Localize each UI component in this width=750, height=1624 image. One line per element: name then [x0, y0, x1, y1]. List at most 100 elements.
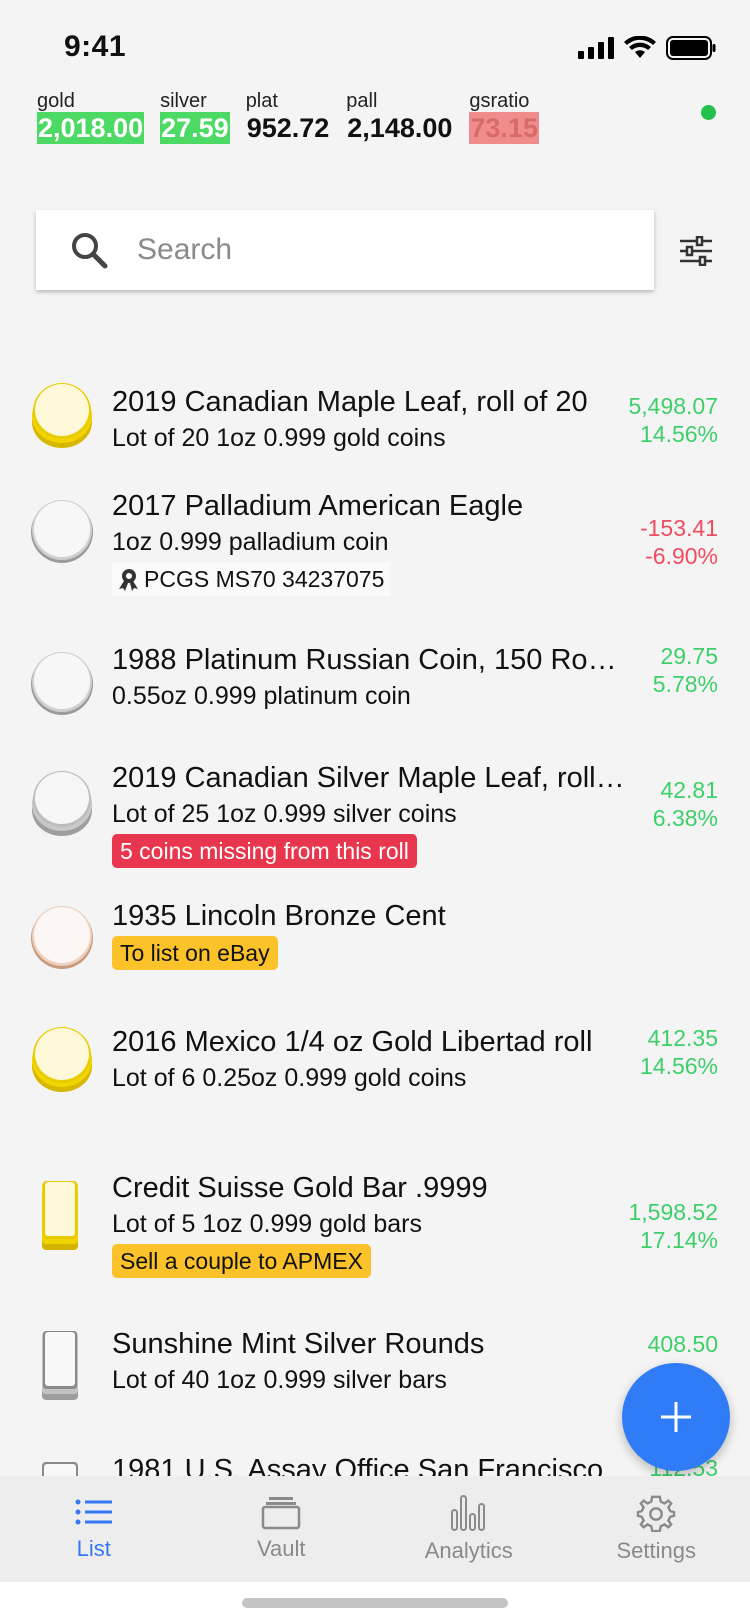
silver-bar-icon [42, 1462, 78, 1476]
price-gold[interactable]: gold 2,018.00 [37, 90, 145, 144]
item-gain: -153.41 -6.90% [640, 514, 718, 570]
gain-value: 5,498.07 [628, 393, 718, 419]
price-value: 2,018.00 [37, 112, 145, 144]
item-gain: 408.50 [648, 1330, 718, 1358]
tab-label: Analytics [424, 1538, 513, 1563]
item-title: 1935 Lincoln Bronze Cent [112, 900, 446, 932]
item-subtitle: Lot of 5 1oz 0.999 gold bars [112, 1210, 422, 1238]
gain-value: 29.75 [660, 643, 718, 669]
gold-bar-stack-icon [42, 1181, 78, 1250]
plus-icon [661, 1402, 691, 1432]
tab-bar: List Vault Analytics Settings [0, 1476, 750, 1582]
item-title: 2017 Palladium American Eagle [112, 490, 524, 522]
gain-value: 412.35 [647, 1025, 718, 1051]
gain-percent: 5.78% [652, 671, 718, 697]
search-bar [36, 210, 654, 290]
item-subtitle: 0.55oz 0.999 platinum coin [112, 682, 411, 710]
status-bar: 9:41 [0, 0, 750, 90]
list-icon [75, 1499, 112, 1525]
grading-certificate: PCGS MS70 34237075 [112, 562, 391, 596]
price-silver[interactable]: silver 27.59 [160, 90, 230, 144]
tab-vault[interactable]: Vault [188, 1476, 376, 1582]
filter-sliders-icon[interactable] [679, 236, 713, 266]
item-title: 1988 Platinum Russian Coin, 150 Roubles [112, 644, 632, 676]
item-subtitle: 1oz 0.999 palladium coin [112, 528, 389, 556]
list-item[interactable]: 2019 Canadian Maple Leaf, roll of 20 Lot… [0, 370, 750, 480]
tab-list[interactable]: List [0, 1476, 188, 1582]
list-item[interactable]: 2019 Canadian Silver Maple Leaf, roll of… [0, 760, 750, 890]
item-title: 1981 U.S. Assay Office San Francisco [112, 1454, 604, 1476]
tab-label: Settings [616, 1538, 697, 1563]
bronze-coin-icon [31, 906, 93, 969]
award-ribbon-icon [119, 569, 138, 591]
item-title: Sunshine Mint Silver Rounds [112, 1328, 485, 1360]
item-title: 2019 Canadian Silver Maple Leaf, roll of… [112, 762, 632, 794]
item-note-tag: To list on eBay [112, 936, 278, 970]
price-platinum[interactable]: plat 952.72 [246, 90, 331, 144]
item-note-tag: Sell a couple to APMEX [112, 1244, 371, 1278]
price-label: silver [160, 90, 207, 112]
gain-percent: 6.38% [652, 805, 718, 831]
analytics-icon [450, 1495, 485, 1531]
platinum-coin-icon [31, 652, 93, 715]
price-value: 27.59 [160, 112, 230, 144]
holdings-list[interactable]: 2019 Canadian Maple Leaf, roll of 20 Lot… [0, 340, 750, 1476]
gain-value: -153.41 [639, 515, 718, 541]
gain-percent: 14.56% [639, 1053, 718, 1079]
gain-value: 42.81 [660, 777, 718, 803]
item-gain: 1,598.52 17.14% [628, 1198, 718, 1254]
item-subtitle: Lot of 40 1oz 0.999 silver bars [112, 1366, 447, 1394]
price-label: gold [37, 90, 75, 112]
price-palladium[interactable]: pall 2,148.00 [346, 90, 453, 144]
tab-label: Vault [256, 1536, 306, 1561]
item-title: 2019 Canadian Maple Leaf, roll of 20 [112, 386, 588, 418]
gear-icon [637, 1495, 676, 1532]
item-subtitle: Lot of 6 0.25oz 0.999 gold coins [112, 1064, 467, 1092]
item-gain: 42.81 6.38% [653, 776, 718, 832]
silver-coin-stack-icon [32, 771, 92, 836]
status-time: 9:41 [64, 30, 127, 63]
add-item-button[interactable] [622, 1363, 730, 1471]
price-value: 952.72 [246, 113, 330, 143]
vault-icon [262, 1497, 301, 1530]
silver-bar-stack-icon [42, 1331, 78, 1400]
wifi-icon [624, 36, 656, 58]
list-item[interactable]: 2017 Palladium American Eagle 1oz 0.999 … [0, 488, 750, 618]
certificate-text: PCGS MS70 34237075 [144, 566, 385, 592]
gain-percent: 17.14% [639, 1227, 718, 1253]
search-icon [72, 233, 108, 269]
item-gain: 412.35 14.56% [640, 1024, 718, 1080]
item-title: 2016 Mexico 1/4 oz Gold Libertad roll [112, 1026, 593, 1058]
list-item[interactable]: 1988 Platinum Russian Coin, 150 Roubles … [0, 640, 750, 750]
item-subtitle: Lot of 25 1oz 0.999 silver coins [112, 800, 457, 828]
tab-label: List [76, 1536, 111, 1561]
list-item[interactable]: 2016 Mexico 1/4 oz Gold Libertad roll Lo… [0, 1025, 750, 1140]
search-input[interactable] [137, 233, 597, 267]
palladium-coin-icon [31, 500, 93, 563]
metal-price-ticker: gold 2,018.00 silver 27.59 plat 952.72 p… [37, 90, 539, 144]
tab-settings[interactable]: Settings [563, 1476, 750, 1582]
item-gain: 5,498.07 14.56% [628, 392, 718, 448]
item-note-tag: 5 coins missing from this roll [112, 834, 417, 868]
item-subtitle: Lot of 20 1oz 0.999 gold coins [112, 424, 446, 452]
gain-value: 408.50 [647, 1331, 718, 1357]
price-label: plat [245, 90, 278, 112]
price-label: gsratio [469, 90, 530, 112]
status-icons [578, 36, 716, 60]
price-value: 73.15 [469, 112, 539, 144]
price-label: pall [346, 90, 378, 112]
list-item[interactable]: 1935 Lincoln Bronze Cent To list on eBay [0, 900, 750, 1002]
gain-value: 1,598.52 [628, 1199, 718, 1225]
gold-coin-stack-icon [32, 383, 92, 448]
list-item[interactable]: Credit Suisse Gold Bar .9999 Lot of 5 1o… [0, 1172, 750, 1302]
price-gs-ratio[interactable]: gsratio 73.15 [469, 90, 539, 144]
tab-analytics[interactable]: Analytics [375, 1476, 563, 1582]
item-gain: 29.75 5.78% [653, 642, 718, 698]
cellular-signal-icon [578, 37, 614, 59]
battery-icon [666, 36, 716, 60]
gold-coin-stack-icon [32, 1027, 92, 1092]
price-value: 2,148.00 [347, 113, 453, 143]
gain-percent: 14.56% [639, 421, 718, 447]
live-status-indicator [701, 105, 716, 120]
home-indicator[interactable] [242, 1598, 508, 1608]
